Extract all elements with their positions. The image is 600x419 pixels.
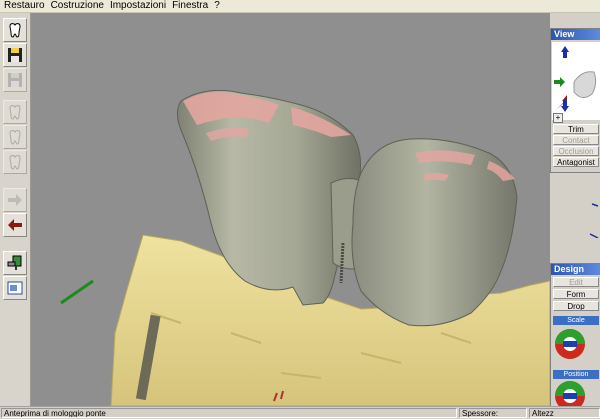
status-message: Anteprima di mologgio ponte: [1, 408, 457, 418]
scale-label: Scale: [553, 316, 599, 325]
tooth-outline-1-button[interactable]: [3, 100, 27, 124]
edit-button[interactable]: Edit: [553, 277, 599, 287]
occlusion-button[interactable]: Occlusion: [553, 146, 599, 156]
export-icon: [7, 281, 23, 295]
design-panel: Design Edit Form Drop Scale Position: [550, 263, 600, 408]
tool-icon: [7, 255, 22, 270]
status-altezza: Altezz: [529, 408, 600, 418]
save-button[interactable]: [3, 43, 27, 67]
position-control-icon[interactable]: [553, 380, 593, 408]
tooth-button[interactable]: [3, 18, 27, 42]
view-panel-title: View: [551, 29, 600, 40]
tooth-outline-3-icon: [9, 155, 21, 170]
forward-arrow-icon: [8, 194, 22, 206]
menu-costruzione[interactable]: Costruzione: [48, 0, 107, 12]
tooth-outline-2-button[interactable]: [3, 125, 27, 149]
contact-button[interactable]: Contact: [553, 135, 599, 145]
3d-viewport[interactable]: [31, 13, 550, 406]
view-navigator[interactable]: [552, 42, 600, 120]
view-down-arrow-icon: [561, 100, 569, 112]
export-button[interactable]: [3, 276, 27, 300]
tooth-outline-2-icon: [9, 130, 21, 145]
antagonist-button[interactable]: Antagonist: [553, 157, 599, 167]
view-sphere-icon: [573, 71, 597, 98]
save-disabled-button[interactable]: [3, 68, 27, 92]
back-button[interactable]: [3, 213, 27, 237]
position-label: Position: [553, 370, 599, 379]
save-disabled-icon: [8, 73, 22, 87]
back-arrow-icon: [8, 219, 22, 231]
view-expand-icon[interactable]: +: [553, 113, 563, 123]
form-button[interactable]: Form: [553, 289, 599, 299]
drop-button[interactable]: Drop: [553, 301, 599, 311]
tool-button[interactable]: [3, 251, 27, 275]
menu-finestra[interactable]: Finestra: [169, 0, 211, 12]
tooth-outline-1-icon: [9, 105, 21, 120]
menu-impostazioni[interactable]: Impostazioni: [107, 0, 169, 12]
status-bar: Anteprima di mologgio ponte Spessore: Al…: [0, 406, 600, 419]
design-panel-title: Design: [551, 264, 600, 275]
view-left-arrow-icon: [554, 77, 565, 87]
view-up-arrow-icon: [561, 46, 569, 58]
status-spessore: Spessore:: [459, 408, 527, 418]
scale-control-icon[interactable]: [553, 326, 593, 362]
menu-help[interactable]: ?: [211, 0, 223, 12]
save-icon: [8, 48, 22, 62]
trim-button[interactable]: Trim: [553, 124, 599, 134]
left-toolbar: [0, 13, 31, 406]
dental-model-render: [60, 89, 550, 406]
menu-bar: Restauro Costruzione Impostazioni Finest…: [0, 0, 600, 13]
view-panel: View + Trim Contact Occlusion Antagonist: [550, 28, 600, 173]
tooth-outline-3-button[interactable]: [3, 150, 27, 174]
axis-indicator: [586, 198, 600, 239]
axis-line: [60, 279, 94, 305]
forward-button[interactable]: [3, 188, 27, 212]
menu-restauro[interactable]: Restauro: [0, 0, 48, 12]
tooth-icon: [9, 23, 21, 38]
